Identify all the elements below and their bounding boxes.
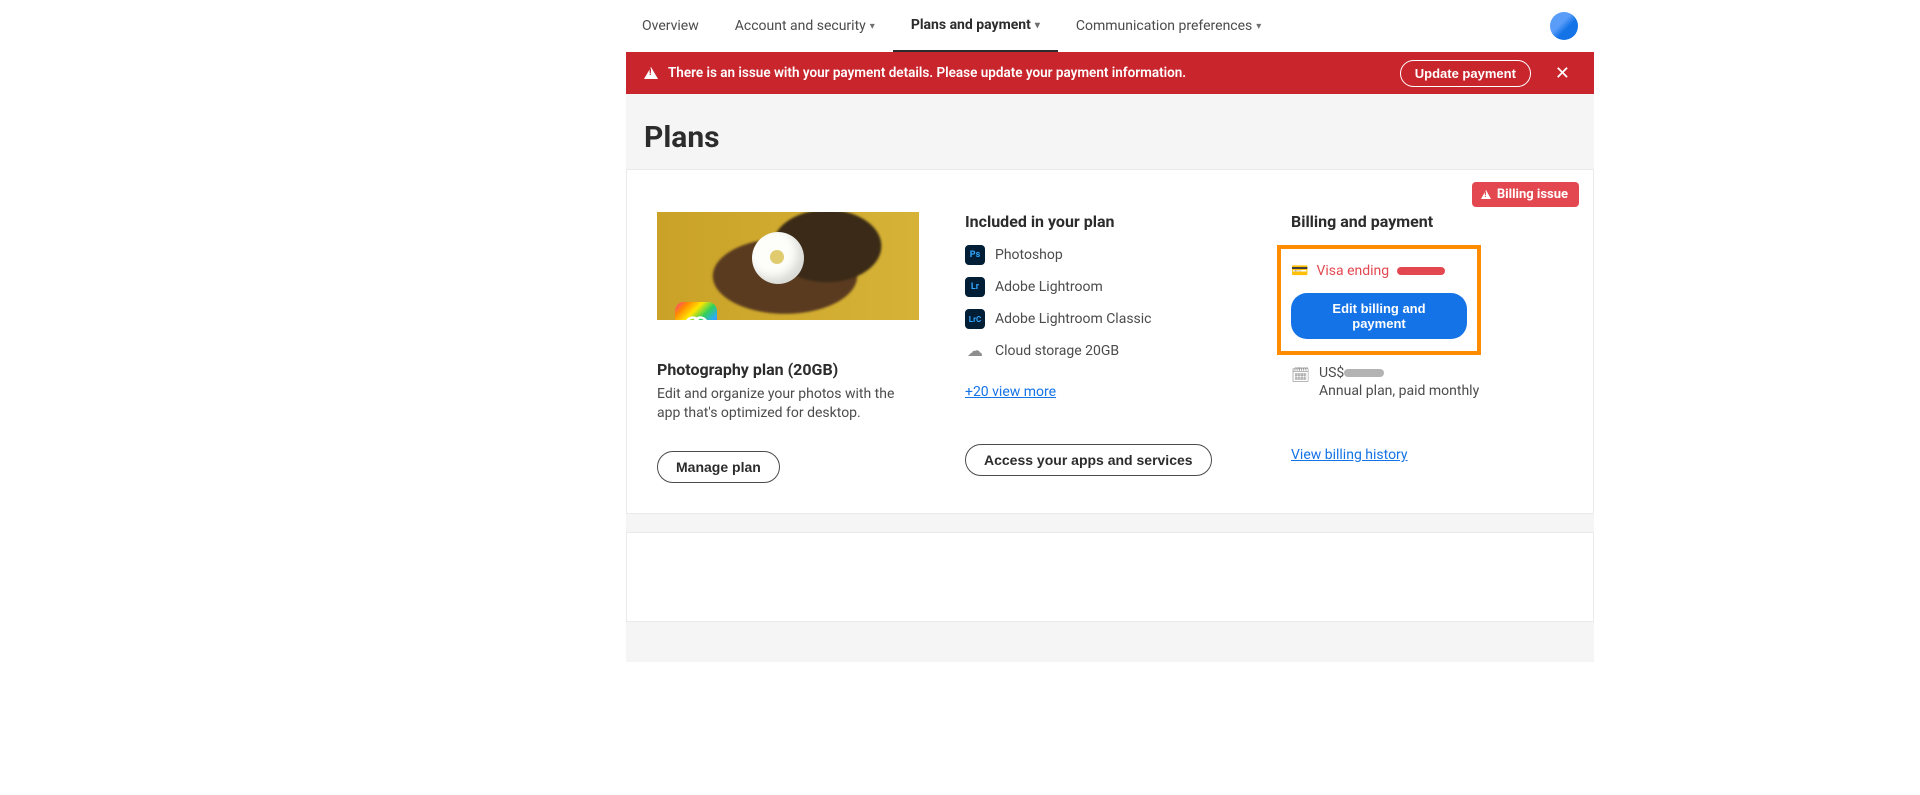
credit-card-icon: 💳: [1291, 263, 1308, 279]
billing-column: Billing and payment 💳 Visa ending Edit b…: [1291, 212, 1563, 483]
nav-account-security[interactable]: Account and security ▾: [717, 0, 893, 52]
calendar-icon: 🗓: [1291, 366, 1309, 384]
lightroom-classic-icon: LrC: [965, 309, 985, 329]
plan-image: [657, 212, 919, 320]
billing-history-link[interactable]: View billing history: [1291, 447, 1408, 463]
avatar[interactable]: [1550, 12, 1578, 40]
visa-prefix: Visa ending: [1316, 263, 1389, 279]
nav-label: Overview: [642, 18, 699, 34]
lightroom-icon: Lr: [965, 277, 985, 297]
warning-icon: [1481, 190, 1491, 199]
billing-heading: Billing and payment: [1291, 212, 1563, 231]
price-prefix: US$: [1319, 365, 1344, 381]
payment-term-row: 🗓 US$ Annual plan, paid monthly: [1291, 365, 1563, 399]
nav-plans-payment[interactable]: Plans and payment ▾: [893, 0, 1058, 52]
app-label: Adobe Lightroom: [995, 279, 1103, 295]
app-row-lightroom: Lr Adobe Lightroom: [965, 277, 1245, 297]
included-column: Included in your plan Ps Photoshop Lr Ad…: [965, 212, 1245, 483]
app-row-photoshop: Ps Photoshop: [965, 245, 1245, 265]
redacted-price: [1344, 369, 1384, 377]
warning-icon: [644, 67, 658, 79]
chevron-down-icon: ▾: [870, 21, 875, 32]
alert-message: There is an issue with your payment deta…: [668, 65, 1390, 81]
photoshop-icon: Ps: [965, 245, 985, 265]
secondary-card: [626, 532, 1594, 622]
chevron-down-icon: ▾: [1256, 21, 1261, 32]
app-row-lightroom-classic: LrC Adobe Lightroom Classic: [965, 309, 1245, 329]
badge-label: Billing issue: [1497, 187, 1568, 202]
edit-billing-button[interactable]: Edit billing and payment: [1291, 293, 1467, 339]
update-payment-button[interactable]: Update payment: [1400, 60, 1531, 87]
chevron-down-icon: ▾: [1035, 20, 1040, 31]
plan-info-column: Photography plan (20GB) Edit and organiz…: [657, 212, 919, 483]
nav-label: Communication preferences: [1076, 18, 1252, 34]
payment-alert-banner: There is an issue with your payment deta…: [626, 52, 1594, 94]
billing-issue-badge: Billing issue: [1472, 182, 1579, 207]
close-icon[interactable]: ✕: [1541, 63, 1576, 84]
redacted-card-number: [1397, 267, 1445, 275]
view-more-link[interactable]: +20 view more: [965, 384, 1056, 400]
creative-cloud-icon: [675, 302, 717, 320]
cloud-icon: ☁: [965, 341, 985, 360]
plan-description: Edit and organize your photos with the a…: [657, 385, 897, 423]
top-nav: Overview Account and security ▾ Plans an…: [626, 0, 1594, 52]
access-apps-button[interactable]: Access your apps and services: [965, 444, 1212, 476]
edit-billing-highlight: 💳 Visa ending Edit billing and payment: [1277, 245, 1481, 355]
nav-communication-prefs[interactable]: Communication preferences ▾: [1058, 0, 1279, 52]
included-heading: Included in your plan: [965, 212, 1245, 231]
manage-plan-button[interactable]: Manage plan: [657, 451, 780, 483]
plan-card: Billing issue Photography plan (20GB) Ed…: [626, 169, 1594, 514]
app-label: Adobe Lightroom Classic: [995, 311, 1152, 327]
app-label: Cloud storage 20GB: [995, 343, 1119, 359]
card-info-row: 💳 Visa ending: [1291, 263, 1467, 279]
nav-overview[interactable]: Overview: [642, 0, 717, 52]
app-label: Photoshop: [995, 247, 1063, 263]
plan-name: Photography plan (20GB): [657, 360, 919, 379]
plan-term: Annual plan, paid monthly: [1319, 383, 1479, 399]
nav-label: Plans and payment: [911, 17, 1031, 33]
page-title: Plans: [626, 94, 1594, 169]
nav-label: Account and security: [735, 18, 866, 34]
app-row-storage: ☁ Cloud storage 20GB: [965, 341, 1245, 360]
